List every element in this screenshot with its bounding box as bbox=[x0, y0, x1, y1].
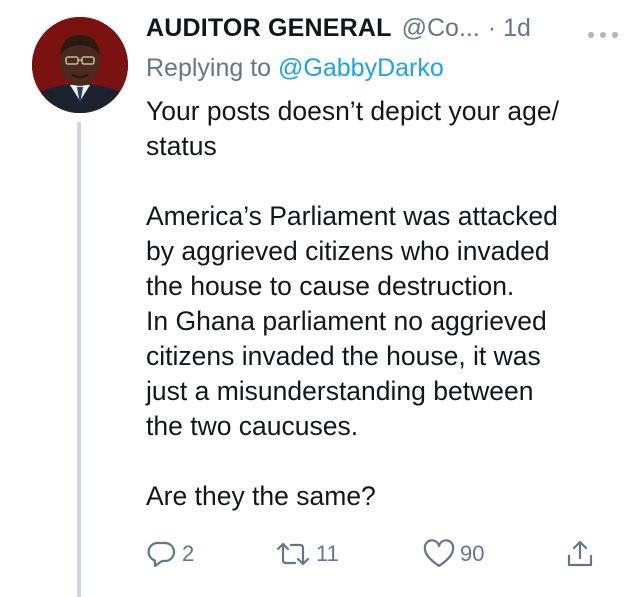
replying-prefix: Replying to bbox=[146, 54, 279, 82]
text-line: Are they the same? bbox=[146, 481, 376, 511]
retweet-button[interactable]: 11 bbox=[274, 538, 339, 570]
tweet-actions: 2 11 90 bbox=[146, 538, 596, 578]
reply-icon bbox=[147, 541, 176, 568]
reply-count: 2 bbox=[182, 541, 195, 566]
text-line: the two caucuses. bbox=[146, 411, 359, 441]
retweet-icon bbox=[276, 542, 310, 566]
ellipsis-icon[interactable] bbox=[586, 16, 620, 48]
retweet-count: 11 bbox=[316, 541, 339, 566]
replying-to: Replying to @GabbyDarko bbox=[146, 54, 444, 83]
mention-link[interactable]: @GabbyDarko bbox=[278, 54, 444, 82]
text-line: In Ghana parliament no aggrieved bbox=[146, 306, 547, 336]
like-icon bbox=[423, 539, 455, 568]
text-line: status bbox=[146, 131, 217, 161]
like-button[interactable]: 90 bbox=[422, 538, 484, 570]
share-button[interactable] bbox=[564, 538, 596, 570]
user-handle[interactable]: @Co... bbox=[402, 14, 480, 43]
text-line: citizens invaded the house, it was bbox=[146, 341, 541, 371]
avatar[interactable] bbox=[32, 17, 128, 113]
tweet-text: Your posts doesn’t depict your age/ stat… bbox=[146, 94, 616, 514]
display-name[interactable]: AUDITOR GENERAL bbox=[146, 14, 392, 43]
text-line: Your posts doesn’t depict your age/ bbox=[146, 96, 559, 126]
share-icon bbox=[567, 540, 593, 567]
text-line: the house to cause destruction. bbox=[146, 271, 515, 301]
reply-button[interactable]: 2 bbox=[146, 538, 194, 570]
timestamp[interactable]: · 1d bbox=[488, 14, 531, 43]
like-count: 90 bbox=[460, 541, 485, 566]
text-line: by aggrieved citizens who invaded bbox=[146, 236, 550, 266]
tweet-header: AUDITOR GENERAL @Co... · 1d bbox=[146, 14, 620, 50]
thread-line bbox=[77, 122, 81, 597]
text-line: just a misunderstanding between bbox=[146, 376, 534, 406]
text-line: America’s Parliament was attacked bbox=[146, 201, 558, 231]
